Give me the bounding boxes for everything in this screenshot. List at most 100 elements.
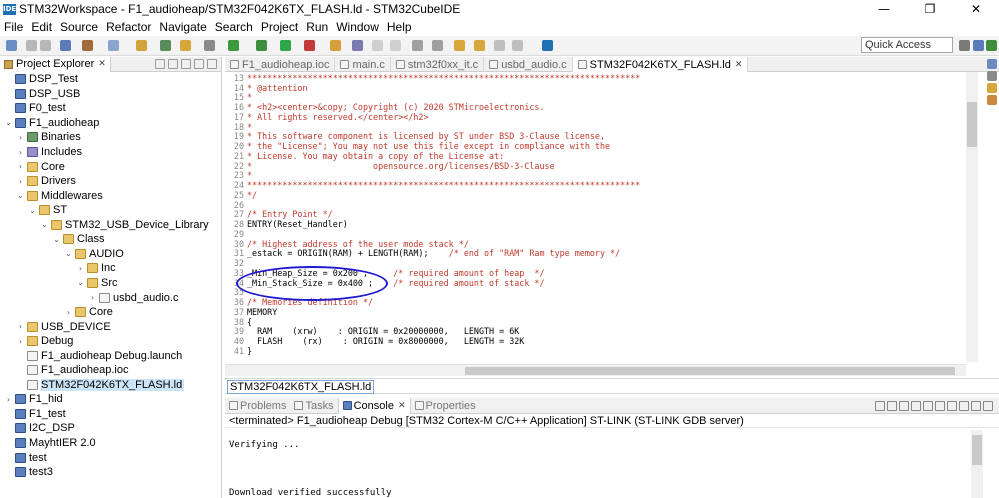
chevron-right-icon[interactable]: › bbox=[16, 337, 25, 346]
collapse-all-icon[interactable] bbox=[155, 59, 165, 69]
menu-help[interactable]: Help bbox=[387, 20, 412, 34]
chevron-right-icon[interactable]: › bbox=[16, 162, 25, 171]
manage-configurations-icon[interactable] bbox=[60, 40, 71, 51]
editor-tab[interactable]: STM32F042K6TX_FLASH.ld ✕ bbox=[572, 57, 749, 72]
refresh-icon[interactable] bbox=[228, 40, 239, 51]
editor-tab[interactable]: stm32f0xx_it.c bbox=[391, 57, 485, 72]
editor-hscroll-thumb[interactable] bbox=[465, 367, 955, 375]
editor-horizontal-scrollbar[interactable] bbox=[225, 364, 966, 376]
tree-item[interactable]: › usbd_audio.c bbox=[88, 290, 179, 305]
clear-console-icon[interactable] bbox=[899, 401, 909, 411]
tree-item[interactable]: › Drivers bbox=[16, 174, 76, 189]
word-wrap-icon[interactable] bbox=[923, 401, 933, 411]
run-icon[interactable] bbox=[280, 40, 291, 51]
chevron-down-icon[interactable]: ⌄ bbox=[4, 118, 13, 127]
menu-refactor[interactable]: Refactor bbox=[106, 20, 151, 34]
tree-item[interactable]: DSP_Test bbox=[4, 72, 78, 87]
block-selection-icon[interactable] bbox=[390, 40, 401, 51]
chevron-right-icon[interactable]: › bbox=[16, 133, 25, 142]
chevron-right-icon[interactable]: › bbox=[16, 148, 25, 157]
display-console-icon[interactable] bbox=[947, 401, 957, 411]
new-source-icon[interactable] bbox=[160, 40, 171, 51]
tree-item[interactable]: test bbox=[4, 450, 47, 465]
tree-item[interactable]: › Debug bbox=[16, 334, 74, 349]
external-tools-icon[interactable] bbox=[304, 40, 315, 51]
editor-scroll-thumb[interactable] bbox=[967, 102, 977, 147]
open-console-icon[interactable] bbox=[959, 401, 969, 411]
quick-access-input[interactable]: Quick Access bbox=[861, 37, 953, 53]
tree-item[interactable]: › Binaries bbox=[16, 130, 81, 145]
bottom-tab[interactable]: Problems bbox=[225, 398, 290, 414]
console-output[interactable]: Verifying ... Download verified successf… bbox=[225, 428, 999, 498]
make-target-icon[interactable] bbox=[987, 95, 997, 105]
chevron-right-icon[interactable]: › bbox=[64, 308, 73, 317]
editor-tab[interactable]: usbd_audio.c bbox=[484, 57, 573, 72]
save-icon[interactable] bbox=[26, 40, 37, 51]
chevron-down-icon[interactable]: ⌄ bbox=[76, 278, 85, 287]
close-tab-icon[interactable]: ✕ bbox=[735, 60, 743, 70]
chevron-right-icon[interactable]: › bbox=[88, 293, 97, 302]
chevron-right-icon[interactable]: › bbox=[76, 264, 85, 273]
pin-console-icon[interactable] bbox=[935, 401, 945, 411]
tree-item[interactable]: MayhtIER 2.0 bbox=[4, 436, 96, 451]
tree-item[interactable]: › USB_DEVICE bbox=[16, 319, 111, 334]
menu-project[interactable]: Project bbox=[261, 20, 298, 34]
editor-tab[interactable]: main.c bbox=[335, 57, 391, 72]
console-vertical-scrollbar[interactable] bbox=[971, 430, 983, 498]
tree-item[interactable]: I2C_DSP bbox=[4, 421, 75, 436]
forward-icon[interactable] bbox=[494, 40, 505, 51]
code-editor[interactable]: 13 **************************************… bbox=[225, 72, 965, 372]
next-annotation-icon[interactable] bbox=[432, 40, 443, 51]
chevron-right-icon[interactable]: › bbox=[16, 177, 25, 186]
tree-item[interactable]: ⌄ ST bbox=[28, 203, 67, 218]
view-menu-icon[interactable] bbox=[181, 59, 191, 69]
minimize-view-icon[interactable] bbox=[971, 401, 981, 411]
show-whitespace-icon[interactable] bbox=[412, 40, 423, 51]
tree-item[interactable]: ⌄ Class bbox=[52, 232, 104, 247]
chevron-down-icon[interactable]: ⌄ bbox=[16, 191, 25, 200]
remove-launch-icon[interactable] bbox=[887, 401, 897, 411]
debug-icon[interactable] bbox=[256, 40, 267, 51]
terminate-icon[interactable] bbox=[875, 401, 885, 411]
breadcrumb[interactable]: STM32F042K6TX_FLASH.ld bbox=[227, 380, 375, 394]
menu-navigate[interactable]: Navigate bbox=[159, 20, 206, 34]
tree-item[interactable]: ⌄ Src bbox=[76, 276, 117, 291]
save-all-icon[interactable] bbox=[40, 40, 51, 51]
last-edit-icon[interactable] bbox=[512, 40, 523, 51]
back-icon[interactable] bbox=[474, 40, 485, 51]
menu-edit[interactable]: Edit bbox=[31, 20, 52, 34]
tree-item[interactable]: ⌄ Middlewares bbox=[16, 188, 103, 203]
maximize-view-icon[interactable] bbox=[983, 401, 993, 411]
tree-item[interactable]: F1_audioheap.ioc bbox=[16, 363, 128, 378]
tree-item[interactable]: test3 bbox=[4, 465, 53, 480]
tree-item[interactable]: › Includes bbox=[16, 145, 82, 160]
tree-item[interactable]: › Core bbox=[16, 159, 65, 174]
tree-item[interactable]: F1_test bbox=[4, 407, 66, 422]
tree-item[interactable]: F1_audioheap Debug.launch bbox=[16, 348, 182, 363]
menu-search[interactable]: Search bbox=[215, 20, 253, 34]
build-icon[interactable] bbox=[82, 40, 93, 51]
close-button[interactable]: ✕ bbox=[953, 0, 999, 18]
tree-item[interactable]: › F1_hid bbox=[4, 392, 63, 407]
project-explorer-tab[interactable]: Project Explorer ✕ bbox=[0, 56, 111, 72]
maximize-view-icon[interactable] bbox=[207, 59, 217, 69]
tree-item[interactable]: › Core bbox=[64, 305, 113, 320]
tree-item[interactable]: DSP_USB bbox=[4, 87, 80, 102]
bottom-tab[interactable]: Tasks bbox=[290, 398, 337, 414]
open-perspective-icon[interactable] bbox=[959, 40, 970, 51]
previous-annotation-icon[interactable] bbox=[454, 40, 465, 51]
editor-tab[interactable]: F1_audioheap.ioc bbox=[225, 57, 336, 72]
tree-item[interactable]: › Inc bbox=[76, 261, 116, 276]
menu-source[interactable]: Source bbox=[60, 20, 98, 34]
scroll-lock-icon[interactable] bbox=[911, 401, 921, 411]
bottom-tab[interactable]: Properties bbox=[411, 398, 480, 414]
maximize-button[interactable]: ❐ bbox=[907, 0, 953, 18]
task-icon[interactable] bbox=[352, 40, 363, 51]
chevron-down-icon[interactable]: ⌄ bbox=[28, 206, 37, 215]
close-icon[interactable]: ✕ bbox=[98, 59, 106, 69]
toggle-breakpoint-icon[interactable] bbox=[136, 40, 147, 51]
tree-item[interactable]: ⌄ F1_audioheap bbox=[4, 116, 99, 131]
minimize-button[interactable]: — bbox=[861, 0, 907, 18]
menu-file[interactable]: File bbox=[4, 20, 23, 34]
menu-window[interactable]: Window bbox=[336, 20, 379, 34]
